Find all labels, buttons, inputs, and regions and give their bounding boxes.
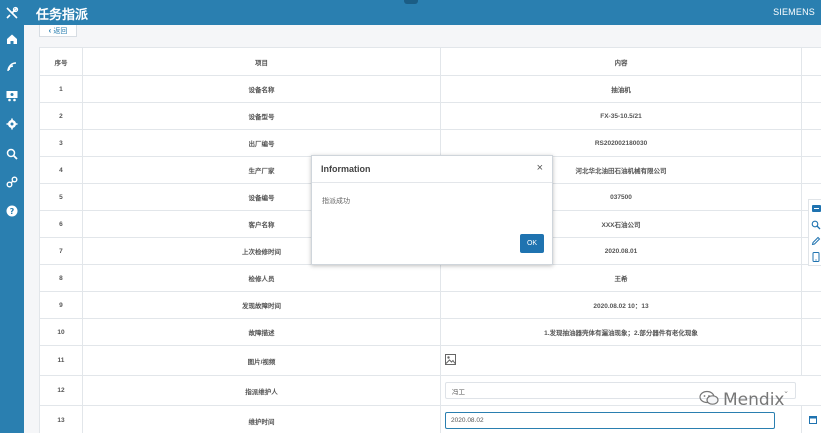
link-icon[interactable] bbox=[0, 171, 24, 193]
row-no: 5 bbox=[39, 183, 83, 211]
row-content: 2020.08.02 10：13 bbox=[440, 291, 802, 319]
row-item: 图片/视频 bbox=[81, 345, 442, 376]
table-header-row: 序号 项目 内容 bbox=[39, 47, 821, 76]
row-content: 王希 bbox=[440, 264, 802, 292]
top-bar: 任务指派 SIEMENS bbox=[0, 0, 821, 25]
chat-icon[interactable] bbox=[811, 203, 821, 214]
row-item: 维护时间 bbox=[81, 405, 442, 433]
close-icon[interactable]: × bbox=[537, 162, 543, 174]
row-no: 3 bbox=[39, 129, 83, 157]
chevron-left-icon: ‹ bbox=[48, 26, 52, 35]
watermark: Mendix bbox=[699, 389, 815, 411]
wechat-logo-icon bbox=[699, 390, 719, 411]
header-item: 项目 bbox=[81, 47, 442, 76]
row-item: 检修人员 bbox=[81, 264, 442, 292]
row-item: 设备型号 bbox=[81, 102, 442, 130]
back-button[interactable]: ‹ 返回 bbox=[39, 25, 77, 37]
maintainer-select-value: 冯工 bbox=[452, 388, 466, 396]
sidebar: ? bbox=[0, 25, 24, 433]
row-item: 设备名称 bbox=[81, 75, 442, 103]
mobile-icon[interactable] bbox=[811, 251, 821, 262]
row-content: 抽油机 bbox=[440, 75, 802, 103]
row-no: 2 bbox=[39, 102, 83, 130]
ok-button[interactable]: OK bbox=[520, 234, 544, 253]
signal-icon[interactable] bbox=[0, 56, 24, 78]
row-content-media bbox=[440, 345, 802, 376]
table-row: 11 图片/视频 bbox=[39, 345, 821, 376]
table-row: 10 故障描述 1.发现抽油器壳体有漏油现象；2.部分器件有老化现象 bbox=[39, 318, 821, 346]
row-no: 6 bbox=[39, 210, 83, 238]
table-row: 8 检修人员 王希 bbox=[39, 264, 821, 292]
page-title: 任务指派 bbox=[36, 7, 89, 22]
row-content: FX-35-10.5/21 bbox=[440, 102, 802, 130]
row-no: 13 bbox=[39, 405, 83, 433]
table-row: 2 设备型号 FX-35-10.5/21 bbox=[39, 102, 821, 130]
row-no: 11 bbox=[39, 345, 83, 376]
home-icon[interactable] bbox=[0, 28, 24, 50]
row-no: 4 bbox=[39, 156, 83, 184]
row-item: 出厂编号 bbox=[81, 129, 442, 157]
team-icon[interactable] bbox=[0, 85, 24, 107]
watermark-text: Mendix bbox=[723, 390, 785, 410]
header-no: 序号 bbox=[39, 47, 83, 76]
back-label: 返回 bbox=[53, 27, 68, 35]
dialog-title: Information bbox=[321, 164, 371, 174]
table-row: 3 出厂编号 RS202002180030 bbox=[39, 129, 821, 157]
maintenance-date-input[interactable]: 2020.08.02 bbox=[445, 412, 776, 429]
gear-icon[interactable] bbox=[0, 113, 24, 135]
brand-logo: SIEMENS bbox=[773, 7, 815, 17]
tools-icon[interactable] bbox=[0, 0, 24, 25]
row-no: 1 bbox=[39, 75, 83, 103]
maintenance-date-value: 2020.08.02 bbox=[451, 417, 484, 424]
row-content: 1.发现抽油器壳体有漏油现象；2.部分器件有老化现象 bbox=[440, 318, 802, 346]
table-row: 1 设备名称 抽油机 bbox=[39, 75, 821, 103]
dialog-message: 指派成功 bbox=[322, 198, 350, 205]
row-no: 12 bbox=[39, 375, 83, 406]
top-notch bbox=[404, 0, 418, 4]
search-zoom-icon[interactable] bbox=[811, 219, 821, 230]
calendar-icon[interactable] bbox=[808, 415, 817, 426]
image-icon[interactable] bbox=[445, 354, 457, 367]
row-no: 7 bbox=[39, 237, 83, 265]
row-item: 发现故障时间 bbox=[81, 291, 442, 319]
floating-toolbar bbox=[808, 199, 821, 266]
header-extra bbox=[801, 47, 821, 76]
row-item: 故障描述 bbox=[81, 318, 442, 346]
pencil-icon[interactable] bbox=[811, 235, 821, 246]
information-dialog: Information × 指派成功 OK bbox=[311, 155, 553, 265]
header-content: 内容 bbox=[440, 47, 802, 76]
dialog-header: Information × bbox=[312, 156, 552, 183]
svg-text:?: ? bbox=[10, 207, 15, 216]
table-row: 9 发现故障时间 2020.08.02 10：13 bbox=[39, 291, 821, 319]
row-no: 9 bbox=[39, 291, 83, 319]
row-no: 10 bbox=[39, 318, 83, 346]
row-content: RS202002180030 bbox=[440, 129, 802, 157]
search-icon[interactable] bbox=[0, 143, 24, 165]
row-no: 8 bbox=[39, 264, 83, 292]
help-icon[interactable]: ? bbox=[0, 200, 24, 222]
row-item: 指派维护人 bbox=[81, 375, 442, 406]
